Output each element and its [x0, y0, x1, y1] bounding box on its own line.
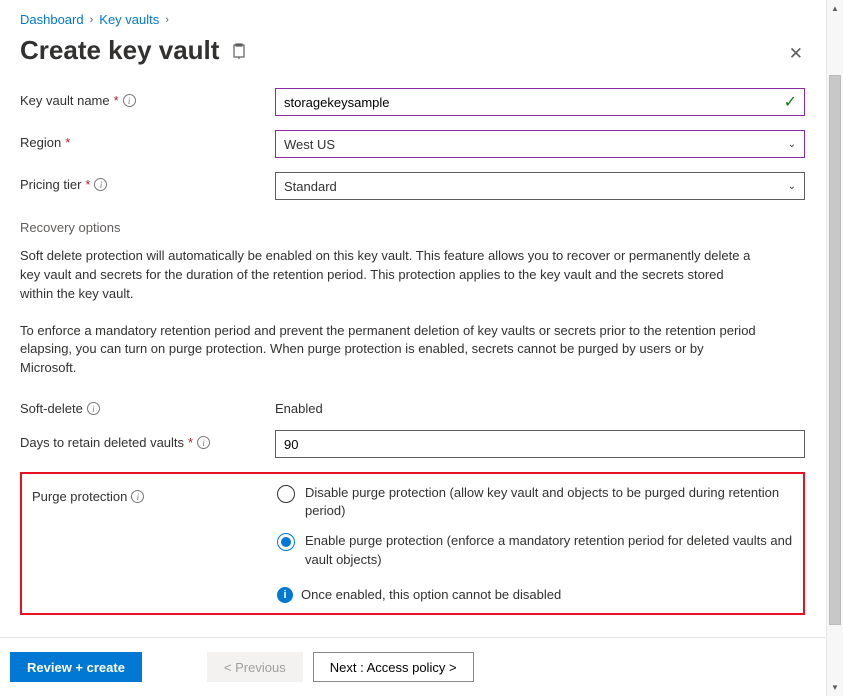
page-title: Create key vault	[20, 35, 219, 66]
info-icon[interactable]: i	[197, 436, 210, 449]
chevron-right-icon: ›	[90, 14, 94, 26]
radio-label-disable: Disable purge protection (allow key vaul…	[305, 484, 793, 520]
radio-enable-purge[interactable]: Enable purge protection (enforce a manda…	[277, 532, 793, 568]
soft-delete-value: Enabled	[275, 396, 805, 416]
recovery-description-2: To enforce a mandatory retention period …	[20, 322, 760, 379]
chevron-right-icon: ›	[165, 14, 169, 26]
purge-protection-highlight: Purge protection i Disable purge protect…	[20, 472, 805, 615]
info-icon[interactable]: i	[123, 94, 136, 107]
label-purge-protection: Purge protection	[32, 489, 127, 504]
radio-disable-purge[interactable]: Disable purge protection (allow key vaul…	[277, 484, 793, 520]
scrollbar[interactable]: ▲ ▼	[826, 0, 843, 696]
scroll-down-arrow[interactable]: ▼	[827, 679, 843, 696]
scroll-thumb[interactable]	[829, 75, 841, 625]
breadcrumb-link-keyvaults[interactable]: Key vaults	[99, 12, 159, 27]
keyvault-name-input[interactable]	[275, 88, 805, 116]
region-value: West US	[284, 137, 335, 152]
pricing-value: Standard	[284, 179, 337, 194]
pricing-dropdown[interactable]: Standard ⌄	[275, 172, 805, 200]
required-indicator: *	[188, 435, 193, 450]
radio-icon	[277, 485, 295, 503]
checkmark-icon: ✓	[784, 92, 797, 112]
recovery-description-1: Soft delete protection will automaticall…	[20, 247, 760, 304]
wizard-footer: Review + create < Previous Next : Access…	[0, 637, 825, 696]
close-icon[interactable]: ✕	[789, 44, 803, 64]
review-create-button[interactable]: Review + create	[10, 652, 142, 682]
pin-icon[interactable]	[231, 43, 247, 59]
label-keyvault-name: Key vault name	[20, 93, 110, 108]
label-retention-days: Days to retain deleted vaults	[20, 435, 184, 450]
next-button[interactable]: Next : Access policy >	[313, 652, 474, 682]
radio-label-enable: Enable purge protection (enforce a manda…	[305, 532, 793, 568]
section-recovery-options: Recovery options	[20, 220, 805, 235]
info-icon: i	[277, 587, 293, 603]
label-soft-delete: Soft-delete	[20, 401, 83, 416]
retention-days-input[interactable]	[275, 430, 805, 458]
label-pricing-tier: Pricing tier	[20, 177, 81, 192]
radio-icon-selected	[277, 533, 295, 551]
chevron-down-icon: ⌄	[788, 139, 796, 150]
chevron-down-icon: ⌄	[788, 181, 796, 192]
purge-protection-radio-group: Disable purge protection (allow key vaul…	[277, 484, 793, 569]
purge-notice-text: Once enabled, this option cannot be disa…	[301, 587, 561, 602]
info-icon[interactable]: i	[87, 402, 100, 415]
region-dropdown[interactable]: West US ⌄	[275, 130, 805, 158]
info-icon[interactable]: i	[94, 178, 107, 191]
required-indicator: *	[65, 135, 70, 150]
breadcrumb-link-dashboard[interactable]: Dashboard	[20, 12, 84, 27]
scroll-up-arrow[interactable]: ▲	[827, 0, 843, 17]
required-indicator: *	[85, 177, 90, 192]
label-region: Region	[20, 135, 61, 150]
info-icon[interactable]: i	[131, 490, 144, 503]
breadcrumb: Dashboard › Key vaults ›	[20, 12, 805, 27]
required-indicator: *	[114, 93, 119, 108]
previous-button: < Previous	[207, 652, 303, 682]
